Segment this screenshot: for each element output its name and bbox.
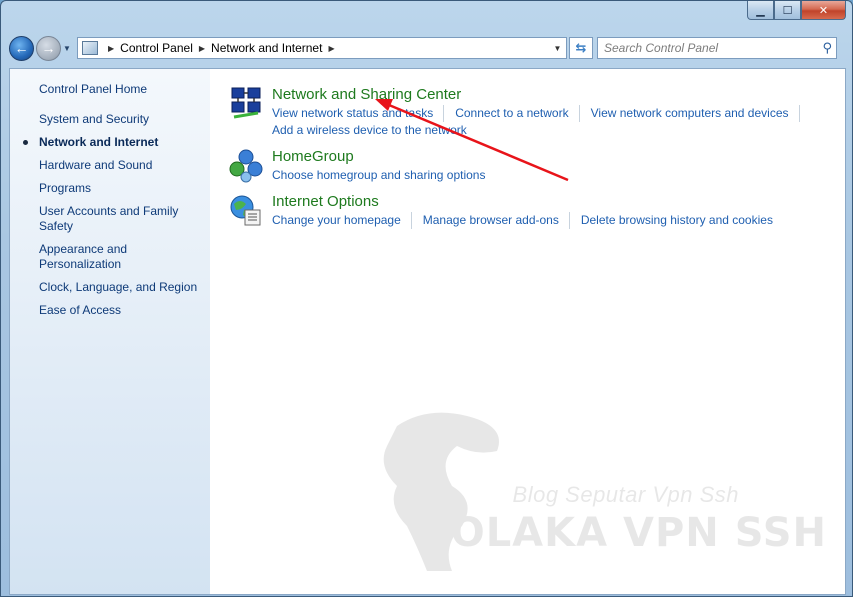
sidebar-list: System and Security Network and Internet… bbox=[10, 112, 210, 318]
chevron-right-icon[interactable]: ▶ bbox=[328, 44, 334, 53]
close-button[interactable]: ✕ bbox=[801, 1, 846, 20]
category-body: Internet Options Change your homepage Ma… bbox=[272, 192, 794, 229]
network-sharing-icon[interactable] bbox=[228, 85, 264, 121]
search-icon[interactable]: ⚲ bbox=[822, 40, 832, 56]
forward-arrow-icon: → bbox=[41, 40, 56, 56]
close-icon: ✕ bbox=[818, 4, 829, 17]
category-body: Network and Sharing Center View network … bbox=[272, 85, 845, 139]
homegroup-icon[interactable] bbox=[228, 147, 264, 183]
sidebar-item-user-accounts[interactable]: User Accounts and Family Safety bbox=[10, 204, 210, 234]
sidebar-item-appearance[interactable]: Appearance and Personalization bbox=[10, 242, 210, 272]
breadcrumb-control-panel[interactable]: Control Panel bbox=[120, 41, 193, 55]
control-panel-window: ▁ ☐ ✕ ← → ▼ ▶ Control Panel ▶ Network an… bbox=[0, 0, 853, 597]
category-body: HomeGroup Choose homegroup and sharing o… bbox=[272, 147, 506, 184]
breadcrumb-network-internet[interactable]: Network and Internet bbox=[211, 41, 322, 55]
minimize-button[interactable]: ▁ bbox=[747, 1, 774, 20]
link-choose-homegroup[interactable]: Choose homegroup and sharing options bbox=[272, 167, 495, 184]
category-homegroup: HomeGroup Choose homegroup and sharing o… bbox=[228, 147, 845, 184]
sidebar-item-network-internet[interactable]: Network and Internet bbox=[10, 135, 210, 150]
refresh-icon: ⇆ bbox=[575, 40, 587, 55]
watermark-line-2: OLAKA VPN SSH bbox=[450, 510, 827, 556]
watermark: Blog Seputar Vpn Ssh OLAKA VPN SSH bbox=[357, 406, 827, 576]
category-internet-options: Internet Options Change your homepage Ma… bbox=[228, 192, 845, 229]
content-area: Control Panel Home System and Security N… bbox=[9, 68, 846, 595]
main-panel: Network and Sharing Center View network … bbox=[210, 69, 845, 594]
link-manage-addons[interactable]: Manage browser add-ons bbox=[423, 212, 570, 229]
navigation-bar: ← → ▼ ▶ Control Panel ▶ Network and Inte… bbox=[9, 34, 844, 62]
category-links: View network status and tasks Connect to… bbox=[272, 105, 845, 139]
chevron-right-icon[interactable]: ▶ bbox=[199, 44, 205, 53]
link-view-network-status[interactable]: View network status and tasks bbox=[272, 105, 445, 122]
address-bar[interactable]: ▶ Control Panel ▶ Network and Internet ▶… bbox=[77, 37, 567, 59]
control-panel-icon bbox=[82, 41, 98, 55]
sidebar-item-system-security[interactable]: System and Security bbox=[10, 112, 210, 127]
back-arrow-icon: ← bbox=[14, 40, 29, 56]
search-input[interactable] bbox=[604, 41, 814, 55]
watermark-line-1: Blog Seputar Vpn Ssh bbox=[512, 482, 739, 507]
back-button[interactable]: ← bbox=[9, 35, 34, 61]
recent-pages-dropdown[interactable]: ▼ bbox=[61, 44, 73, 53]
category-title-homegroup[interactable]: HomeGroup bbox=[272, 147, 506, 167]
maximize-button[interactable]: ☐ bbox=[774, 1, 801, 20]
internet-options-icon[interactable] bbox=[228, 192, 264, 228]
sidebar-home-link[interactable]: Control Panel Home bbox=[10, 82, 210, 96]
link-connect-to-network[interactable]: Connect to a network bbox=[455, 105, 580, 122]
sidebar-item-ease-of-access[interactable]: Ease of Access bbox=[10, 303, 210, 318]
caption-buttons: ▁ ☐ ✕ bbox=[747, 1, 846, 21]
sidebar-item-hardware-sound[interactable]: Hardware and Sound bbox=[10, 158, 210, 173]
link-add-wireless-device[interactable]: Add a wireless device to the network bbox=[272, 122, 477, 139]
link-view-network-computers[interactable]: View network computers and devices bbox=[591, 105, 800, 122]
category-network-sharing: Network and Sharing Center View network … bbox=[228, 85, 845, 139]
category-links: Choose homegroup and sharing options bbox=[272, 167, 506, 184]
link-change-homepage[interactable]: Change your homepage bbox=[272, 212, 412, 229]
address-dropdown[interactable]: ▼ bbox=[548, 43, 566, 53]
search-box[interactable]: ⚲ bbox=[597, 37, 837, 59]
category-title-network-sharing[interactable]: Network and Sharing Center bbox=[272, 85, 845, 105]
category-title-internet-options[interactable]: Internet Options bbox=[272, 192, 794, 212]
sidebar-item-programs[interactable]: Programs bbox=[10, 181, 210, 196]
chevron-right-icon[interactable]: ▶ bbox=[108, 44, 114, 53]
link-delete-browsing-history[interactable]: Delete browsing history and cookies bbox=[581, 212, 783, 229]
minimize-icon: ▁ bbox=[756, 4, 765, 17]
maximize-icon: ☐ bbox=[782, 4, 793, 17]
forward-button[interactable]: → bbox=[36, 35, 61, 61]
sidebar: Control Panel Home System and Security N… bbox=[10, 69, 210, 594]
refresh-button[interactable]: ⇆ bbox=[569, 37, 593, 59]
sidebar-item-clock-language[interactable]: Clock, Language, and Region bbox=[10, 280, 210, 295]
category-links: Change your homepage Manage browser add-… bbox=[272, 212, 794, 229]
